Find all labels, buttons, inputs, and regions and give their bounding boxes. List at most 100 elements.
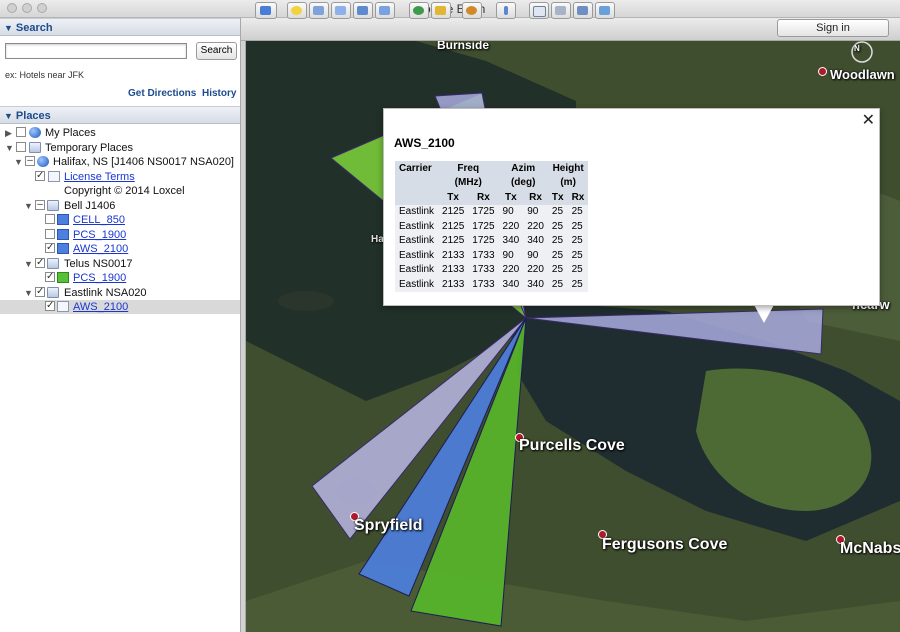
tree-row-eastlink-aws2100[interactable]: ✓ AWS_2100 bbox=[0, 300, 240, 314]
path-icon bbox=[335, 5, 346, 15]
tree-link[interactable]: CELL_850 bbox=[73, 213, 125, 227]
map-label-spryfield[interactable]: Spryfield bbox=[354, 517, 422, 535]
tree-link[interactable]: AWS_2100 bbox=[73, 242, 128, 256]
table-cell: 2125 bbox=[438, 219, 469, 234]
search-panel-header[interactable]: ▼ Search bbox=[0, 18, 240, 36]
table-cell: 1733 bbox=[468, 248, 499, 263]
tree-row-bell-pcs1900[interactable]: PCS_1900 bbox=[0, 228, 240, 242]
tree-row-bell-aws2100[interactable]: ✓ AWS_2100 bbox=[0, 242, 240, 256]
placemark-pin-icon[interactable] bbox=[818, 67, 827, 76]
tree-label: Telus NS0017 bbox=[64, 257, 133, 270]
sign-in-button[interactable]: Sign in bbox=[777, 19, 889, 37]
add-polygon-button[interactable] bbox=[309, 2, 329, 19]
image-overlay-button[interactable] bbox=[353, 2, 373, 19]
tree-row-halifax[interactable]: ▼ – Halifax, NS [J1406 NS0017 NSA020] bbox=[0, 155, 240, 169]
table-cell: 90 bbox=[523, 204, 548, 219]
disclosure-down-icon[interactable]: ▼ bbox=[5, 141, 14, 155]
checkbox-partial[interactable]: – bbox=[25, 156, 35, 166]
tree-row-bell-cell850[interactable]: CELL_850 bbox=[0, 213, 240, 227]
table-cell: 2133 bbox=[438, 248, 469, 263]
close-icon[interactable]: ✕ bbox=[862, 110, 875, 130]
map-label-mcnabs[interactable]: McNabs bbox=[840, 540, 900, 558]
planets-button[interactable] bbox=[462, 2, 482, 19]
compass-north-label: N bbox=[854, 44, 860, 53]
checkbox-checked[interactable]: ✓ bbox=[35, 257, 45, 268]
historical-imagery-button[interactable] bbox=[409, 2, 429, 19]
disclosure-right-icon[interactable]: ▶ bbox=[5, 126, 12, 140]
add-placemark-button[interactable] bbox=[287, 2, 307, 19]
disclosure-down-icon[interactable]: ▼ bbox=[24, 257, 33, 271]
tree-link[interactable]: PCS_1900 bbox=[73, 271, 126, 285]
table-cell: 340 bbox=[498, 277, 524, 292]
tree-row-bell[interactable]: ▼ – Bell J1406 bbox=[0, 199, 240, 213]
checkbox-checked[interactable]: ✓ bbox=[45, 243, 55, 253]
table-cell: 2133 bbox=[438, 277, 469, 292]
checkbox-checked[interactable]: ✓ bbox=[45, 272, 55, 282]
get-directions-link[interactable]: Get Directions bbox=[128, 88, 196, 99]
sunlight-button[interactable] bbox=[431, 2, 451, 19]
table-cell: 220 bbox=[523, 262, 548, 277]
tree-label: Eastlink NSA020 bbox=[64, 286, 147, 299]
search-button[interactable]: Search bbox=[196, 42, 237, 60]
table-cell: Eastlink bbox=[395, 233, 439, 248]
sidebar: ▼ Search Search ex: Hotels near JFK Get D… bbox=[0, 18, 241, 632]
table-cell: 25 bbox=[547, 219, 568, 234]
checkbox-checked[interactable]: ✓ bbox=[45, 301, 55, 311]
tree-row-my-places[interactable]: ▶ My Places bbox=[0, 126, 240, 140]
tree-row-temporary-places[interactable]: ▼ Temporary Places bbox=[0, 141, 240, 155]
table-cell: 25 bbox=[567, 262, 589, 277]
view-in-maps-button[interactable] bbox=[595, 2, 615, 19]
search-hint: ex: Hotels near JFK bbox=[5, 70, 85, 80]
checkbox-checked[interactable]: ✓ bbox=[35, 170, 45, 181]
tree-row-license-terms[interactable]: ✓ License Terms bbox=[0, 170, 240, 184]
map-label-burnside[interactable]: Burnside bbox=[437, 41, 489, 52]
search-input[interactable] bbox=[5, 43, 187, 59]
disclosure-down-icon[interactable]: ▼ bbox=[24, 199, 33, 213]
ruler-button[interactable] bbox=[496, 2, 516, 19]
polygon-icon bbox=[57, 301, 69, 312]
table-cell: 1733 bbox=[468, 277, 499, 292]
table-cell: Eastlink bbox=[395, 262, 439, 277]
save-image-button[interactable] bbox=[573, 2, 593, 19]
table-cell: 90 bbox=[498, 248, 524, 263]
tree-row-telus[interactable]: ▼ ✓ Telus NS0017 bbox=[0, 257, 240, 271]
folder-icon bbox=[47, 199, 59, 211]
checkbox-checked[interactable]: ✓ bbox=[35, 286, 45, 297]
checkbox[interactable] bbox=[16, 141, 26, 152]
map-icon bbox=[599, 5, 610, 15]
disclosure-down-icon[interactable]: ▼ bbox=[24, 286, 33, 300]
ruler-icon bbox=[504, 5, 508, 15]
map-label-fergusons-cove[interactable]: Fergusons Cove bbox=[602, 536, 727, 554]
places-panel-header[interactable]: ▼ Places bbox=[0, 106, 240, 124]
tree-link[interactable]: PCS_1900 bbox=[73, 228, 126, 242]
globe-icon bbox=[37, 156, 49, 167]
save-image-icon bbox=[577, 5, 588, 15]
checkbox[interactable] bbox=[16, 127, 26, 137]
map-label-purcells-cove[interactable]: Purcells Cove bbox=[519, 437, 625, 455]
print-button[interactable] bbox=[551, 2, 571, 19]
checkbox[interactable] bbox=[45, 214, 55, 224]
tree-row-eastlink[interactable]: ▼ ✓ Eastlink NSA020 bbox=[0, 286, 240, 300]
checkbox-partial[interactable]: – bbox=[35, 199, 45, 210]
license-terms-link[interactable]: License Terms bbox=[64, 170, 135, 184]
record-tour-button[interactable] bbox=[375, 2, 395, 19]
table-cell: 1725 bbox=[468, 233, 499, 248]
add-path-button[interactable] bbox=[331, 2, 351, 19]
table-cell: 2125 bbox=[438, 233, 469, 248]
sidebar-toggle-button[interactable] bbox=[255, 2, 277, 19]
table-cell: 2133 bbox=[438, 262, 469, 277]
email-button[interactable] bbox=[529, 2, 549, 19]
map-label-woodlawn[interactable]: Woodlawn bbox=[830, 67, 895, 82]
places-header-label: Places bbox=[15, 110, 51, 122]
checkbox[interactable] bbox=[45, 228, 55, 239]
history-link[interactable]: History bbox=[202, 88, 236, 99]
table-row: Eastlink 2125 1725 90 90 25 25 bbox=[395, 204, 589, 219]
tree-row-telus-pcs1900[interactable]: ✓ PCS_1900 bbox=[0, 271, 240, 285]
tree-link[interactable]: AWS_2100 bbox=[73, 300, 128, 314]
table-cell: Eastlink bbox=[395, 204, 439, 219]
disclosure-down-icon[interactable]: ▼ bbox=[14, 155, 23, 169]
table-cell: 25 bbox=[547, 233, 568, 248]
table-cell: 25 bbox=[567, 204, 589, 219]
table-cell: 1733 bbox=[468, 262, 499, 277]
table-cell: 340 bbox=[523, 277, 548, 292]
